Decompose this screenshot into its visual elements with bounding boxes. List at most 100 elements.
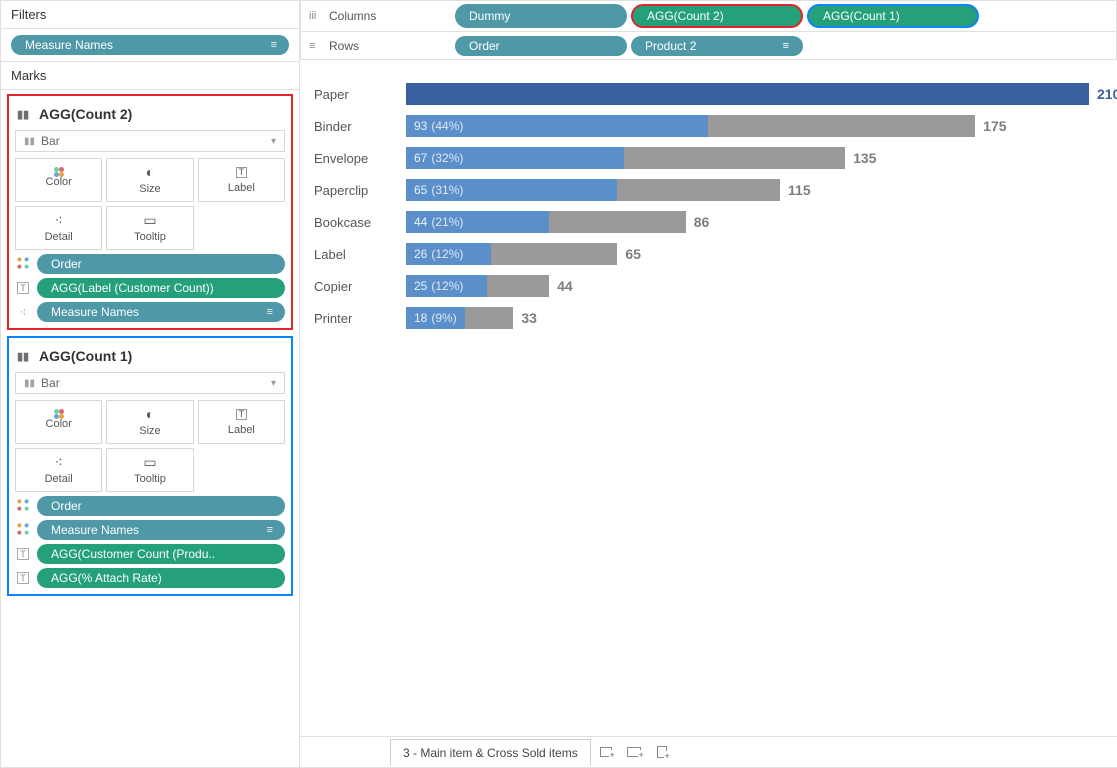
rows-label-text: Rows [329, 39, 359, 53]
chart-row: Printer 18 (9%) 33 [314, 302, 1089, 334]
columns-shelf[interactable]: iii Columns Dummy AGG(Count 2) AGG(Count… [300, 0, 1117, 32]
mark-type-label: Bar [41, 376, 60, 390]
bar-inner-pct: (31%) [431, 183, 463, 197]
marks-pill-row: T AGG(Label (Customer Count)) [15, 278, 285, 298]
size-icon: ◐ [146, 165, 154, 179]
sheet-tab-active[interactable]: 3 - Main item & Cross Sold items [390, 739, 591, 766]
category-label: Bookcase [314, 215, 394, 230]
size-icon: ◐ [146, 407, 154, 421]
marks-card-title-text: AGG(Count 1) [39, 348, 132, 364]
shelf-pill[interactable]: Order [455, 36, 627, 56]
bar-value-label: 65 [625, 243, 641, 265]
label-icon: T [236, 167, 248, 178]
marks-detail-button[interactable]: ⁖Detail [15, 206, 102, 250]
bar-crosssold[interactable]: 44 (21%) [406, 211, 549, 233]
bar-wrap: 26 (12%) 65 [406, 243, 1089, 265]
mark-type-label: Bar [41, 134, 60, 148]
bar-chart-icon: ▮▮ [17, 108, 31, 121]
marks-pill[interactable]: Order [37, 254, 285, 274]
marks-buttons-top: Color ◐ Size TLabel [15, 158, 285, 202]
label-encoding-icon: T [15, 573, 31, 583]
bar-wrap: 44 (21%) 86 [406, 211, 1089, 233]
bar-value-label: 135 [853, 147, 876, 169]
new-story-button[interactable]: + [649, 739, 675, 765]
mark-type-select[interactable]: ▮▮Bar ▾ [15, 130, 285, 152]
bar-value-label: 44 [557, 275, 573, 297]
marks-pill[interactable]: AGG(% Attach Rate) [37, 568, 285, 588]
marks-pill[interactable]: AGG(Customer Count (Produ.. [37, 544, 285, 564]
marks-card-title[interactable]: ▮▮ AGG(Count 2) [13, 100, 287, 130]
bar-inner-value: 93 [414, 119, 427, 133]
chart-row: Label 26 (12%) 65 [314, 238, 1089, 270]
columns-icon: iii [309, 10, 323, 22]
sort-icon: ≡ [267, 306, 273, 318]
marks-size-button[interactable]: ◐ Size [106, 158, 193, 202]
color-encoding-icon [15, 522, 31, 539]
marks-pill-label: Order [51, 499, 273, 513]
marks-card-agg-count-1-: ▮▮ AGG(Count 1) ▮▮Bar ▾ Color◐SizeTLabel… [7, 336, 293, 596]
marks-tooltip-button[interactable]: ▭ Tooltip [106, 448, 193, 492]
label-icon: T [236, 409, 248, 420]
marks-detail-button[interactable]: ⁖Detail [15, 448, 102, 492]
bar-crosssold[interactable]: 65 (31%) [406, 179, 617, 201]
rows-shelf[interactable]: ≡ Rows Order Product 2 ≡ [300, 32, 1117, 60]
bar-crosssold[interactable]: 67 (32%) [406, 147, 624, 169]
marks-pill[interactable]: AGG(Label (Customer Count)) [37, 278, 285, 298]
marks-pill[interactable]: Measure Names ≡ [37, 520, 285, 540]
bar-inner-pct: (12%) [431, 247, 463, 261]
shelf-pill[interactable]: AGG(Count 2) [631, 4, 803, 28]
marks-label-label: Label [228, 424, 255, 436]
detail-encoding-icon: ⁖ [15, 306, 31, 319]
bar-wrap: 67 (32%) 135 [406, 147, 1089, 169]
shelf-pill[interactable]: Product 2 ≡ [631, 36, 803, 56]
shelf-pill-label: Product 2 [645, 39, 696, 53]
bar-crosssold[interactable]: 93 (44%) [406, 115, 708, 137]
marks-color-button[interactable]: Color [15, 158, 102, 202]
bar-chart-icon: ▮▮ [17, 350, 31, 363]
bar-inner-value: 67 [414, 151, 427, 165]
marks-tooltip-label: Tooltip [134, 473, 166, 485]
new-dashboard-button[interactable]: + [621, 739, 647, 765]
bar-value-label: 210 [1097, 83, 1117, 105]
chevron-down-icon: ▾ [271, 378, 276, 389]
marks-pill-row: Order [15, 254, 285, 274]
new-worksheet-button[interactable]: + [593, 739, 619, 765]
bar-main[interactable] [406, 83, 1089, 105]
bar-crosssold[interactable]: 25 (12%) [406, 275, 487, 297]
bar-crosssold[interactable]: 26 (12%) [406, 243, 491, 265]
marks-tooltip-button[interactable]: ▭Tooltip [106, 206, 193, 250]
chart-row: Paper 210 [314, 78, 1089, 110]
shelf-pill-label: AGG(Count 1) [823, 9, 900, 23]
marks-pill[interactable]: Measure Names ≡ [37, 302, 285, 322]
sort-icon: ≡ [271, 39, 277, 51]
marks-pill-label: Measure Names [51, 523, 261, 537]
tooltip-icon: ▭ [143, 455, 156, 469]
marks-size-label: Size [139, 183, 160, 195]
sheet-tabs-bar: 3 - Main item & Cross Sold items + + + [300, 736, 1117, 768]
marks-label-button[interactable]: T Label [198, 400, 285, 444]
rows-shelf-label: ≡ Rows [301, 39, 451, 53]
bar-inner-value: 18 [414, 311, 427, 325]
marks-pill-label: AGG(Customer Count (Produ.. [51, 547, 273, 561]
shelf-pill[interactable]: Dummy [455, 4, 627, 28]
bar-crosssold[interactable]: 18 (9%) [406, 307, 465, 329]
filter-pill-label: Measure Names [25, 38, 265, 52]
marks-pill-label: AGG(% Attach Rate) [51, 571, 273, 585]
marks-color-button[interactable]: Color [15, 400, 102, 444]
filter-pill-row: Measure Names ≡ [1, 29, 299, 61]
bar-inner-pct: (12%) [431, 279, 463, 293]
shelf-pill[interactable]: AGG(Count 1) [807, 4, 979, 28]
bar-inner-value: 65 [414, 183, 427, 197]
marks-size-button[interactable]: ◐Size [106, 400, 193, 444]
mark-type-select[interactable]: ▮▮Bar ▾ [15, 372, 285, 394]
marks-buttons-top: Color◐Size T Label [15, 400, 285, 444]
label-encoding-icon: T [15, 283, 31, 293]
bar-inner-value: 25 [414, 279, 427, 293]
marks-card-title[interactable]: ▮▮ AGG(Count 1) [13, 342, 287, 372]
marks-label-button[interactable]: TLabel [198, 158, 285, 202]
bar-value-label: 175 [983, 115, 1006, 137]
bar-wrap: 93 (44%) 175 [406, 115, 1089, 137]
columns-shelf-label: iii Columns [301, 9, 451, 23]
filter-pill[interactable]: Measure Names ≡ [11, 35, 289, 55]
marks-pill[interactable]: Order [37, 496, 285, 516]
